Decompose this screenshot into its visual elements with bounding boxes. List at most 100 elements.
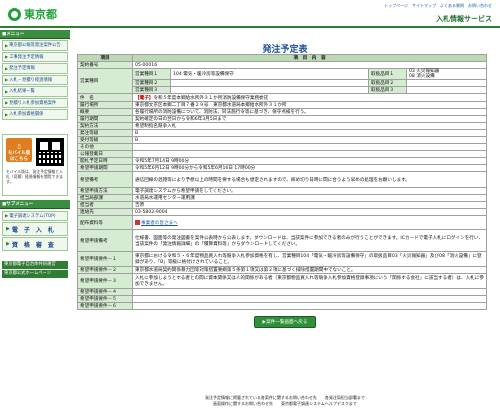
submenu-section: ■サブメニュー ▶ 電子調達システム(TOP) ▶ 電 子 入 札 ▶ 資 格 審 査…	[0, 200, 70, 279]
row-label: 契約方法	[77, 122, 133, 130]
row-label: 希望申請備考	[77, 229, 133, 252]
requirement-6-value	[132, 302, 487, 310]
sidebar-item-ep-top[interactable]: ▶ 電子調達システム(TOP)	[2, 211, 68, 221]
table-row: 契約番号 05-00016	[77, 61, 487, 69]
request-note-value: 仕様書、図面等の発注図書を案件公表時から公表します。ダウンロードは、当該案件に参…	[132, 229, 487, 252]
table-row: 件 名 【電子】令和５年度本郷給水所外３１か所消防設備保守業務委託	[77, 93, 487, 102]
sidebar-item-qualification[interactable]: ▶ 入札参加資格関係	[2, 109, 68, 120]
site-header: 東京都 トップページ サイトマップ よくある質問 お問い合わせ 入札情報サービス	[0, 0, 500, 28]
row-label: 配布資料等	[77, 215, 133, 230]
row-label: 履行場所	[77, 101, 133, 109]
table-row: 担当者 吉原	[77, 201, 487, 209]
order-grade-value: B	[132, 129, 487, 137]
sidebar-item-label: 電子調達システム(TOP)	[9, 214, 56, 219]
row-label: 担当局部課	[77, 194, 133, 202]
table-row: 営業種目３ 取扱品目３	[78, 86, 487, 94]
table-header-row: 項目 項 目 内 容	[77, 54, 487, 62]
category-value-3	[170, 86, 369, 94]
mobile-description: モバイル版は、発注予定情報と入札（見積）経過情報を閲覧できます。	[6, 169, 63, 184]
table-row: 希望申請方法 電子調達システムから希望申請をしてください。	[77, 187, 487, 195]
distribute-link[interactable]: 事業者の皆さまへ	[141, 221, 178, 226]
tokyo-logo-icon	[8, 7, 21, 21]
requirement-3-value: 入札に参加しようとする者との間に資本関係又は人的関係がある者（東京都物品買入れ等…	[132, 273, 487, 289]
sidebar-item-label: 工事発注予定情報	[9, 54, 44, 60]
mobile-sub: はこちら	[10, 157, 28, 162]
trade-value-3	[406, 86, 487, 94]
table-row: 営業種目 営業種目１ 104 電気・暖冷房等設備保守 取扱品目１ 03 火災報知…	[77, 68, 487, 94]
sidebar: ■メニュー ▶ 東京都公報等発注案件公告 ▶ 工事発注予定情報 ▶ 発注予定情報 ▶ 入…	[0, 30, 70, 418]
table-row: 履行期間 契約確定の日の翌日から令和6年3月5日まで	[77, 115, 487, 123]
row-label: 希望申請期間	[77, 164, 133, 172]
arrow-icon: ▶	[6, 241, 10, 247]
sidebar-item-label: 見積り入札参加資格案件	[9, 100, 57, 106]
announce-value	[132, 150, 487, 158]
table-row: 契約方法 希望制指名競争入札	[77, 122, 487, 130]
contract-number: 05-00016	[132, 61, 487, 69]
sidebar-item-label: 入札・見積り経過情報	[9, 77, 53, 83]
row-label: その他	[77, 143, 133, 151]
row-label: 件 名	[77, 93, 133, 102]
sub-label: 取扱品目３	[368, 86, 407, 94]
mobile-box: ▯ モバイル版 はこちら モバイル版は、発注予定情報と入札（見積）経過情報を閲覧…	[2, 134, 68, 196]
back-to-list-button[interactable]: ▶案件一覧画面へ戻る	[253, 316, 317, 328]
hope-note-value: 通信回線の混雑等により予想以上の時間を要する場合も想定されますので、締め切り日時…	[132, 171, 487, 188]
sidebar-item-order-plan[interactable]: ▶ 発注予定情報	[2, 63, 68, 74]
header-links[interactable]: トップページ サイトマップ よくある質問 お問い合わせ	[384, 3, 492, 9]
requirement-1-value: 東京都における令和５・６年度物品買入れ等競争入札参加資格を有し、営業種目104「…	[132, 251, 487, 267]
table-row: 営業種目２ 取扱品目２	[78, 79, 487, 87]
table-row: 希望申請備考 仕様書、図面等の発注図書を案件公表時から公表します。ダウンロードは…	[77, 229, 487, 252]
row-label: 希望申請方法	[77, 187, 133, 195]
row-label: 希望申請要件－５	[77, 295, 133, 303]
row-label: 履行期間	[77, 115, 133, 123]
page-footer: 発注予定情報に掲載されている各案件に関するお問い合わせ先 各発注局担当部署まで …	[75, 395, 495, 407]
row-label: 希望備考	[77, 171, 133, 188]
table-row: 希望申請要件－２ 東京都水道局契約関係暴力団等対策措置要綱第５条第１項又は第２項…	[77, 266, 487, 274]
sidebar-item-label: 入札結果一覧	[9, 89, 35, 95]
arrow-icon: ▶	[5, 77, 9, 83]
sidebar-item-e-bidding[interactable]: ▶ 電 子 入 札	[2, 222, 68, 236]
table-row: 開札予定日時 令和5年7月14日 9時00分	[77, 157, 487, 165]
col-content-header: 項 目 内 容	[132, 54, 487, 62]
sidebar-item-koho[interactable]: ▶ 東京都公報等発注案件公告	[2, 40, 68, 51]
footer-line-2: 画面操作に関するお問い合わせ先 東京都電子調達システムヘルプデスクまで	[213, 401, 357, 406]
sub-label: 取扱品目１	[368, 68, 407, 80]
sidebar-item-qualification-review[interactable]: ▶ 資 格 審 査	[2, 237, 68, 251]
category-value-2	[170, 79, 369, 87]
subject-text: 令和５年度本郷給水所外３１か所消防設備保守業務委託	[153, 95, 269, 101]
link-e-gov-joint[interactable]: 東京都電子自治体共同運営	[2, 261, 68, 269]
link-tokyo-official[interactable]: 東京都公式ホームページ	[2, 270, 68, 278]
sidebar-menu: ▶ 東京都公報等発注案件公告 ▶ 工事発注予定情報 ▶ 発注予定情報 ▶ 入札・見積り経…	[0, 40, 70, 120]
sub-label: 取扱品目２	[368, 79, 407, 87]
person-value: 吉原	[132, 201, 487, 209]
table-row: 履行場所 東京都文京区本郷二丁目７番２９号 東京都水道局本郷給水所外３１か所	[77, 101, 487, 109]
apply-period-value: 令和5年6月12日 9時00分から令和5年6月16日 17時00分	[132, 164, 487, 172]
period-value: 契約確定の日の翌日から令和6年3月5日まで	[132, 115, 487, 123]
mobile-version-button[interactable]: ▯ モバイル版 はこちら	[6, 138, 32, 162]
electronic-tag: 【電子】	[135, 95, 154, 101]
arrow-icon: ▶	[5, 54, 9, 60]
table-row: 公報登載日	[77, 150, 487, 158]
service-name: 入札情報サービス	[436, 15, 492, 23]
table-row: その他	[77, 143, 487, 151]
row-label: 公報登載日	[77, 150, 133, 158]
subject-value: 【電子】令和５年度本郷給水所外３１か所消防設備保守業務委託	[132, 93, 487, 102]
sidebar-item-label: 東京都公報等発注案件公告	[9, 43, 61, 49]
table-row: 担当局部課 水道局水運用センター運用課	[77, 194, 487, 202]
row-label: 希望申請要件－１	[77, 251, 133, 267]
table-row: 受付等級 B	[77, 136, 487, 144]
location-value: 東京都文京区本郷二丁目７番２９号 東京都水道局本郷給水所外３１か所	[132, 101, 487, 109]
sidebar-item-progress[interactable]: ▶ 入札・見積り経過情報	[2, 74, 68, 85]
hope-method-value: 電子調達システムから希望申請をしてください。	[132, 187, 487, 195]
sidebar-item-construction[interactable]: ▶ 工事発注予定情報	[2, 51, 68, 62]
sidebar-item-estimate[interactable]: ▶ 見積り入札参加資格案件	[2, 97, 68, 108]
pdf-icon	[135, 219, 140, 225]
arrow-icon: ▶	[5, 65, 9, 71]
col-item-header: 項目	[77, 54, 133, 62]
row-label: 概要	[77, 108, 133, 116]
trade-value-2	[406, 79, 487, 87]
accept-grade-value: B	[132, 136, 487, 144]
sub-label: 営業種目２	[132, 79, 171, 87]
sidebar-item-results[interactable]: ▶ 入札結果一覧	[2, 86, 68, 97]
table-row: 配布資料等 事業者の皆さまへ	[77, 215, 487, 230]
site-logo[interactable]: 東京都	[8, 7, 57, 21]
